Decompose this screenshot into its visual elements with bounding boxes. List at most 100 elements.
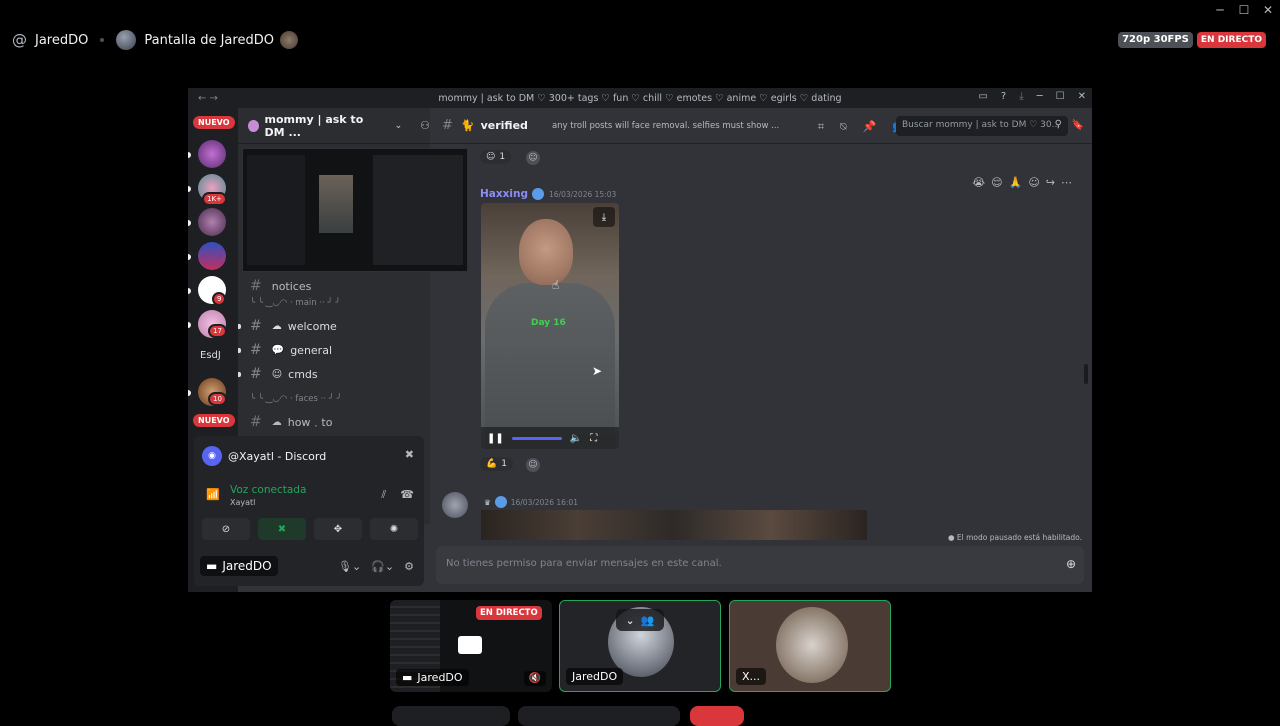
message-timestamp: 16/03/2026 16:01 [510, 497, 578, 507]
muted-speaker-icon[interactable]: 🔇 [523, 671, 546, 686]
settings-gear-icon[interactable]: ⚙ [404, 560, 414, 573]
reaction-pill[interactable]: ☺ 1 [480, 150, 512, 164]
new-badge: NUEVO [193, 116, 235, 129]
channel-cmds[interactable]: # ☺ cmds [238, 366, 318, 382]
tile-name: JaredDO [572, 670, 618, 683]
unread-badge: 9 [212, 292, 227, 306]
discord-icon: ◉ [202, 446, 222, 466]
channel-topic[interactable]: any troll posts will face removal. selfi… [552, 121, 779, 131]
chevron-down-icon: ⌄ [394, 120, 403, 131]
reaction-count: 1 [501, 459, 507, 469]
participant-tile-stream[interactable]: EN DIRECTO ▬ JaredDO 🔇 [390, 600, 552, 692]
call-user-name[interactable]: JaredDO [35, 33, 88, 48]
zoom-icon[interactable]: ⊕ [1066, 557, 1076, 571]
server-icon[interactable] [198, 208, 226, 236]
verified-badge-icon [494, 496, 507, 508]
camera-off-button[interactable]: ⊘ [202, 518, 250, 540]
bookmark-icon[interactable]: 🔖 [1072, 120, 1084, 131]
channel-name: general [290, 343, 332, 357]
reaction-pill[interactable]: 💪 1 [480, 457, 513, 471]
add-reaction-icon[interactable]: ☺ [526, 458, 540, 472]
mute-bell-icon[interactable]: ⍉ [840, 120, 847, 134]
invite-icon[interactable]: ⚇ [420, 119, 430, 132]
add-reaction-icon[interactable]: ☺ [526, 151, 540, 165]
channel-notices[interactable]: # notices [250, 278, 311, 294]
participant-tile-user[interactable]: ⌄ 👥 JaredDO [559, 600, 721, 692]
account-row[interactable]: ◉ @Xayatl - Discord [202, 446, 326, 466]
threads-icon[interactable]: ⌗ [818, 120, 824, 134]
channel-how-to[interactable]: # ☁ how﹒to [250, 414, 332, 430]
close-panel-icon[interactable]: ✖ [405, 448, 414, 461]
pause-icon[interactable]: ❚❚ [487, 433, 504, 444]
close-button[interactable]: ✕ [1256, 0, 1280, 20]
video-overlay-text: Day 16 [531, 318, 566, 328]
unread-badge: 17 [208, 324, 227, 338]
message-author[interactable]: Haxxing 16/03/2026 15:03 [480, 188, 616, 200]
image-attachment[interactable] [481, 510, 867, 540]
call-controls [0, 706, 1280, 726]
add-user-icon[interactable]: 👥 [641, 614, 655, 627]
disconnect-icon[interactable]: ☎ [400, 488, 414, 502]
fullscreen-icon[interactable]: ⛶ [590, 433, 597, 444]
search-input[interactable]: Buscar mommy | ask to DM ♡ 30... ⚲ [896, 116, 1068, 136]
video-progress-bar[interactable] [511, 436, 562, 440]
minimize-button[interactable]: ─ [1208, 0, 1232, 20]
channel-name: notices [271, 279, 312, 293]
author-avatar[interactable] [442, 492, 468, 518]
disconnect-button[interactable] [690, 706, 744, 726]
relieved-emoji-icon[interactable]: 😌 [991, 176, 1002, 189]
shared-screen[interactable]: ← → mommy | ask to DM ♡ 300+ tags ♡ fun … [188, 88, 1092, 592]
participant-tile-guest[interactable]: X... [729, 600, 891, 692]
tile-controls: ⌄ 👥 [616, 609, 664, 631]
channel-welcome[interactable]: # ☁ welcome [238, 318, 337, 334]
unread-badge: 10 [208, 392, 227, 406]
voice-actions: ⊘ ✖ ✥ ✺ [202, 518, 418, 540]
pin-icon[interactable]: 📌 [863, 120, 877, 134]
channel-general[interactable]: # 💬 general [238, 342, 332, 358]
server-text-icon[interactable]: EsdJ [200, 350, 221, 361]
channel-name: welcome [287, 319, 337, 333]
activities-button[interactable]: ✥ [314, 518, 362, 540]
signal-icon: 📶 [206, 488, 220, 501]
preview-panel [373, 155, 463, 265]
video-attachment[interactable]: Day 16 ⤓ ❚❚ 🔈 ⛶ [481, 203, 619, 449]
voice-status[interactable]: Voz conectada [230, 484, 306, 496]
server-icon[interactable] [198, 242, 226, 270]
titlebar-icons: ▭ ? ⤓ ─ ☐ ✕ [978, 91, 1086, 102]
more-icon[interactable]: ⋯ [1061, 176, 1072, 189]
window-controls: ─ ☐ ✕ [1208, 0, 1280, 20]
maximize-button[interactable]: ☐ [1232, 0, 1256, 20]
download-icon[interactable]: ⤓ [593, 207, 615, 227]
headset-icon[interactable]: 🎧⌄ [371, 560, 394, 573]
user-panel: ◉ @Xayatl - Discord ✖ 📶 Voz conectada Xa… [194, 436, 424, 586]
chevron-down-icon[interactable]: ⌄ [626, 614, 635, 627]
message-composer[interactable]: No tienes permiso para enviar mensajes e… [436, 546, 1084, 584]
message-actions: 😭 😌 🙏 ☺ ↪ ⋯ [972, 176, 1072, 189]
tile-label: JaredDO [566, 668, 624, 685]
server-icon[interactable] [198, 140, 226, 168]
cry-emoji-icon[interactable]: 😭 [972, 176, 985, 189]
category-main[interactable]: ╰ ╰ ‿◡◠ · main ‧‧ ╯ ╯ [250, 298, 340, 308]
quality-badge: 720p 30FPS [1118, 32, 1193, 48]
channel-emoji-icon: 🐈 [460, 119, 475, 132]
category-faces[interactable]: ╰ ╰ ‿◡◠ · faces ‧‧ ╯ ╯ [250, 394, 342, 404]
unread-pill [238, 347, 241, 353]
noise-suppression-icon[interactable]: ⫽ [381, 488, 386, 502]
volume-icon[interactable]: 🔈 [570, 433, 582, 444]
reply-icon[interactable]: ↪ [1046, 176, 1055, 189]
pray-emoji-icon[interactable]: 🙏 [1009, 176, 1023, 189]
flex-emoji-icon: 💪 [486, 459, 498, 469]
max-icon: ☐ [1055, 91, 1065, 102]
unread-pill [188, 390, 191, 396]
stop-stream-button[interactable]: ✖ [258, 518, 306, 540]
cloud-emoji-icon: ☁ [271, 416, 282, 428]
add-reaction-icon[interactable]: ☺ [1028, 176, 1039, 189]
hash-icon: # [250, 278, 262, 294]
mic-icon[interactable]: 🎙⌄ [338, 560, 361, 573]
camera-control-button[interactable] [518, 706, 680, 726]
mic-control-button[interactable] [392, 706, 510, 726]
server-header[interactable]: mommy | ask to DM ... ⌄ ⚇ [238, 108, 430, 144]
scrollbar-thumb[interactable] [1084, 364, 1088, 384]
soundboard-button[interactable]: ✺ [370, 518, 418, 540]
message-timestamp: 16/03/2026 15:03 [549, 189, 617, 199]
